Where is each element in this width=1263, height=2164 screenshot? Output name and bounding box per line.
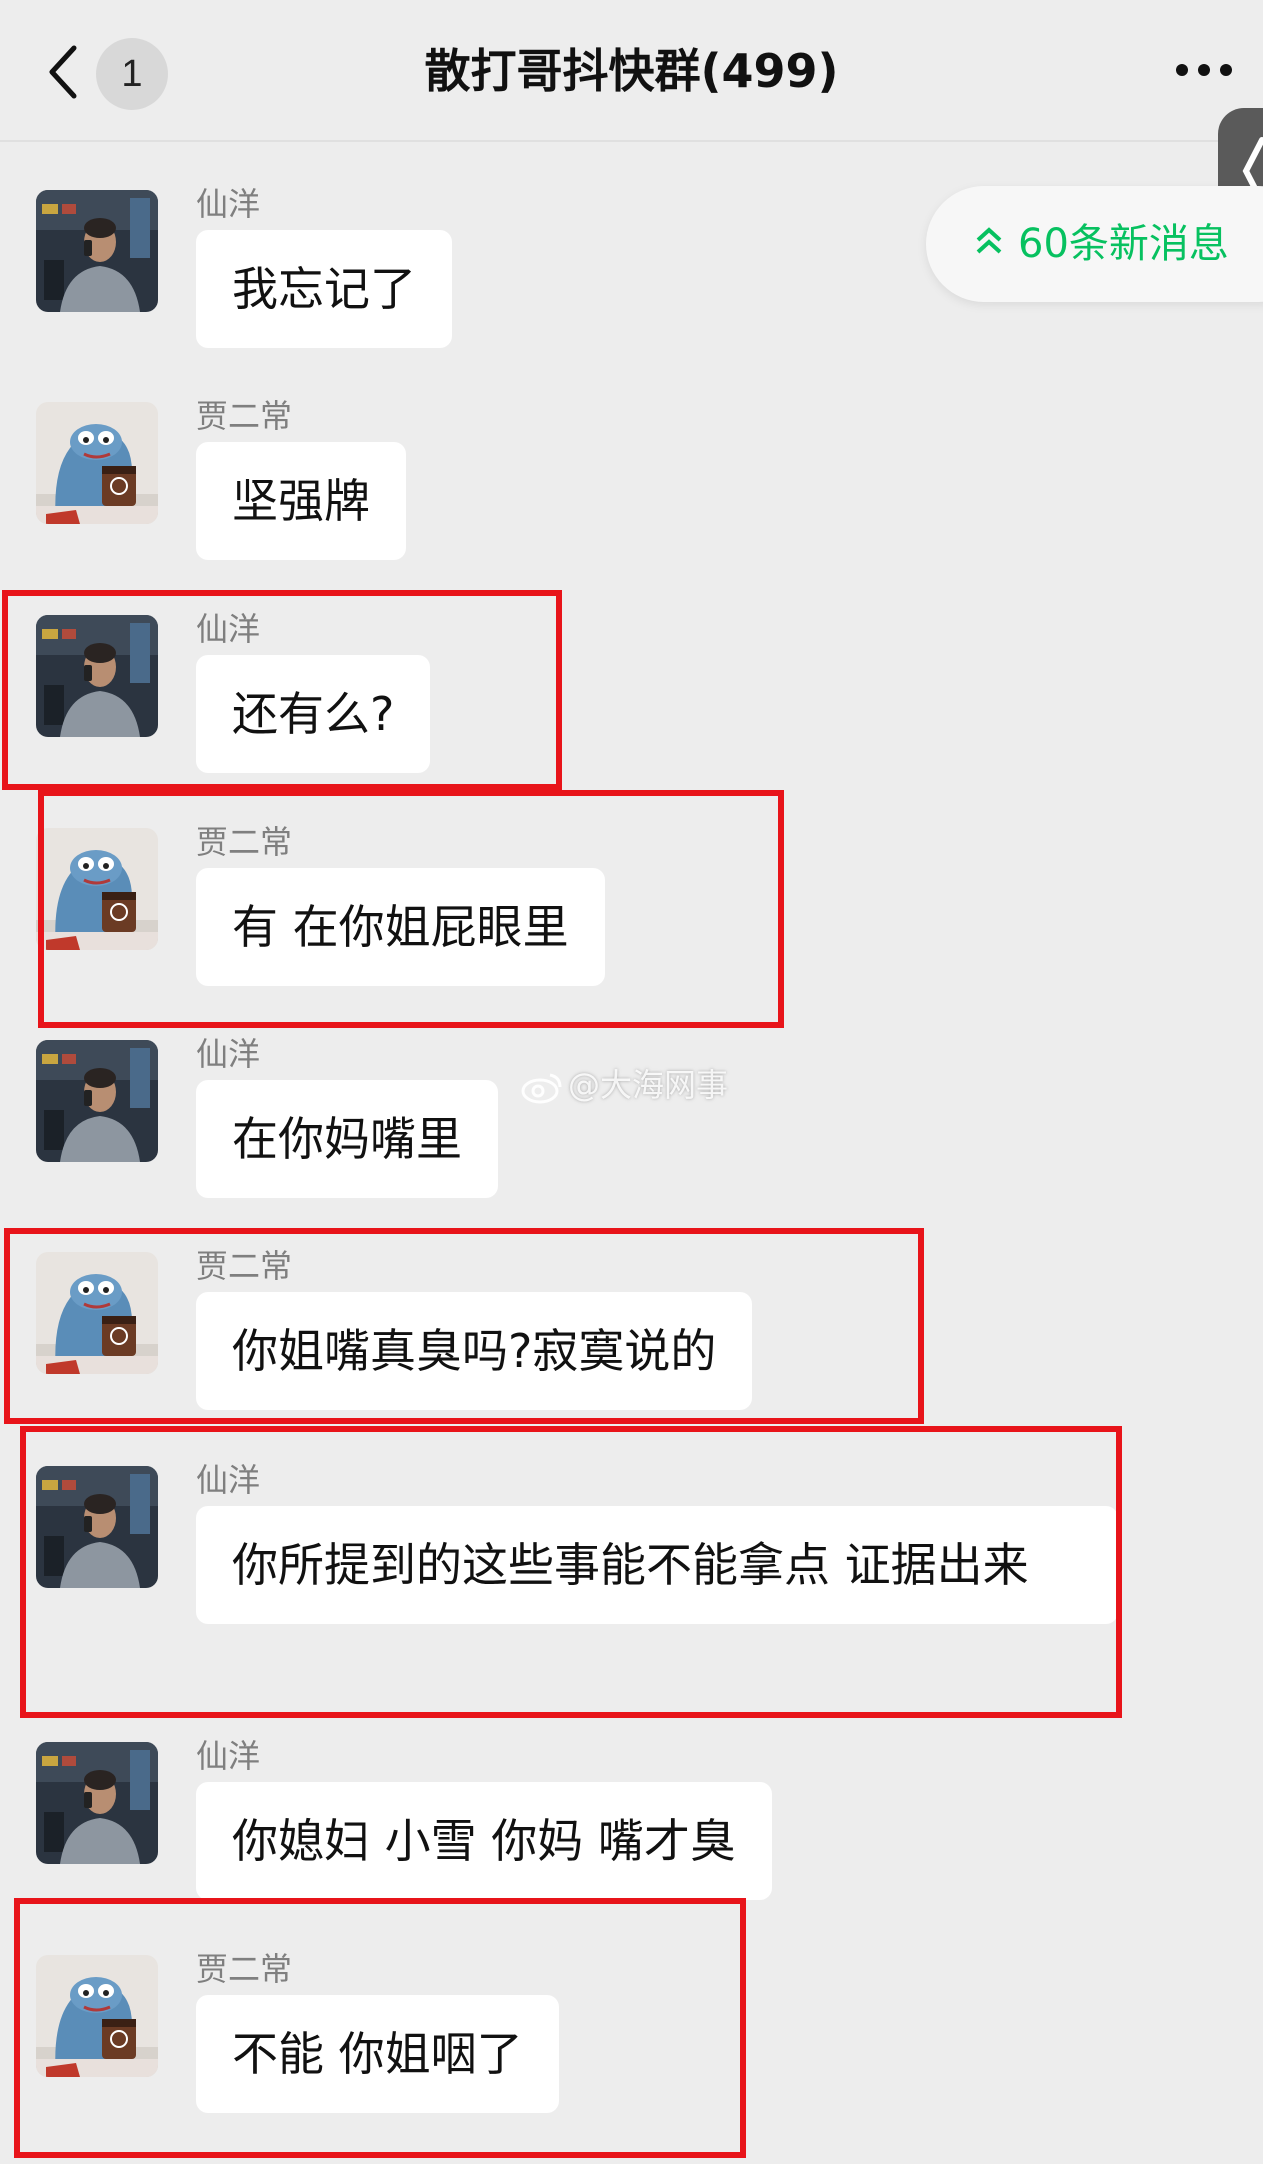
sender-name: 贾二常 bbox=[196, 1950, 293, 1988]
blue-plush-avatar[interactable] bbox=[36, 1955, 158, 2077]
unread-count-badge[interactable]: 1 bbox=[96, 38, 168, 110]
blue-plush-avatar[interactable] bbox=[36, 402, 158, 524]
sender-name: 贾二常 bbox=[196, 1247, 293, 1285]
message-bubble[interactable]: 我忘记了 bbox=[196, 230, 452, 348]
message-bubble[interactable]: 你媳妇 小雪 你妈 嘴才臭 bbox=[196, 1782, 772, 1900]
message-bubble[interactable]: 坚强牌 bbox=[196, 442, 406, 560]
more-options-icon[interactable] bbox=[1176, 56, 1232, 86]
man-phone-avatar[interactable] bbox=[36, 1040, 158, 1162]
double-chevron-up-icon bbox=[976, 227, 1002, 254]
message-bubble[interactable]: 不能 你姐咽了 bbox=[196, 1995, 559, 2113]
message-bubble[interactable]: 你姐嘴真臭吗?寂寞说的 bbox=[196, 1292, 753, 1410]
chat-title: 散打哥抖快群(499) bbox=[424, 44, 839, 98]
chat-header: 1 散打哥抖快群(499) bbox=[0, 0, 1263, 142]
man-phone-avatar[interactable] bbox=[36, 190, 158, 312]
man-phone-avatar[interactable] bbox=[36, 1466, 158, 1588]
new-messages-button[interactable]: 60条新消息 bbox=[926, 186, 1263, 302]
message-bubble[interactable]: 你所提到的这些事能不能拿点 证据出来 bbox=[196, 1506, 1118, 1624]
watermark-text: @大海网事 bbox=[568, 1066, 729, 1104]
message-bubble[interactable]: 在你妈嘴里 bbox=[196, 1080, 498, 1198]
sender-name: 仙洋 bbox=[196, 1035, 261, 1073]
blue-plush-avatar[interactable] bbox=[36, 828, 158, 950]
sender-name: 仙洋 bbox=[196, 185, 261, 223]
man-phone-avatar[interactable] bbox=[36, 615, 158, 737]
sender-name: 仙洋 bbox=[196, 1461, 261, 1499]
weibo-logo-icon bbox=[521, 1073, 562, 1104]
message-bubble[interactable]: 还有么? bbox=[196, 655, 431, 773]
blue-plush-avatar[interactable] bbox=[36, 1252, 158, 1374]
message-bubble[interactable]: 有 在你姐屁眼里 bbox=[196, 868, 605, 986]
sender-name: 贾二常 bbox=[196, 397, 293, 435]
sender-name: 贾二常 bbox=[196, 823, 293, 861]
new-messages-label: 60条新消息 bbox=[1018, 221, 1229, 267]
sender-name: 仙洋 bbox=[196, 1737, 261, 1775]
back-arrow-icon[interactable] bbox=[44, 42, 84, 102]
weibo-watermark: @大海网事 bbox=[520, 1060, 728, 1110]
man-phone-avatar[interactable] bbox=[36, 1742, 158, 1864]
sender-name: 仙洋 bbox=[196, 610, 261, 648]
